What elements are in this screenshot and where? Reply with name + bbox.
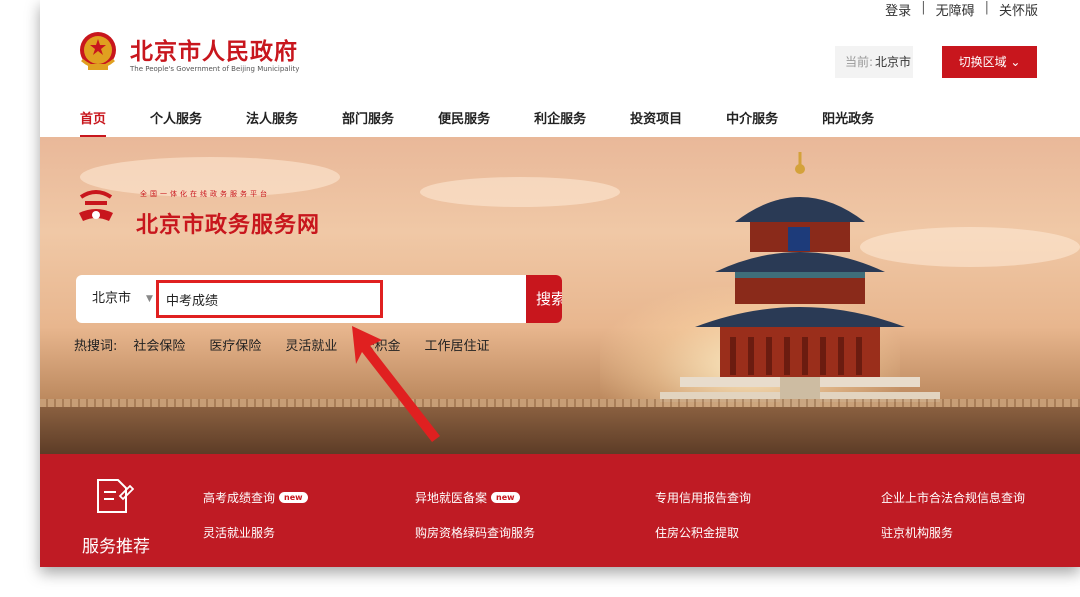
services-title: 服务推荐 (82, 537, 150, 557)
service-link[interactable]: 高考成绩查询 new (203, 489, 308, 506)
search-input-highlight-box (156, 280, 383, 318)
nav-open-government[interactable]: 阳光政务 (822, 96, 874, 136)
service-link-label: 企业上市合法合规信息查询 (881, 491, 1026, 505)
service-link[interactable]: 专用信用报告查询 (655, 489, 751, 506)
new-badge: new (491, 492, 520, 503)
new-badge: new (279, 492, 308, 503)
hero-banner: 全国一体化在线政务服务平台 北京市政务服务网 北京市 ▼ 搜索 热搜词: 社会保… (40, 137, 1080, 454)
cloud-decoration (420, 177, 620, 207)
service-link-label: 驻京机构服务 (881, 526, 954, 540)
service-link[interactable]: 驻京机构服务 (881, 524, 953, 541)
search-region-selector[interactable]: 北京市 (92, 275, 131, 323)
nav-investment-projects[interactable]: 投资项目 (630, 96, 682, 136)
browser-page: 登录 | 无障碍 | 关怀版 北京市人民政府 The People's Gove… (40, 0, 1080, 567)
service-link[interactable]: 灵活就业服务 (203, 524, 275, 541)
nav-home[interactable]: 首页 (80, 96, 107, 138)
document-edit-icon (97, 479, 134, 513)
hot-words-label: 热搜词: (74, 339, 118, 354)
annotation-arrow-icon (352, 326, 440, 442)
search-button-label: 搜索 (535, 290, 562, 308)
hot-word-link[interactable]: 医疗保险 (209, 335, 261, 354)
nav-department-services[interactable]: 部门服务 (342, 96, 394, 136)
site-title[interactable]: 北京市人民政府 (130, 32, 298, 66)
search-button[interactable]: 搜索 (526, 275, 562, 323)
hot-word-link[interactable]: 社会保险 (133, 335, 185, 354)
care-mode-link[interactable]: 关怀版 (999, 0, 1038, 19)
portal-slogan: 全国一体化在线政务服务平台 (140, 190, 270, 198)
national-emblem-icon (80, 32, 116, 70)
service-link-label: 灵活就业服务 (203, 526, 276, 540)
service-link-label: 购房资格绿码查询服务 (415, 526, 536, 540)
site-subtitle: The People's Government of Beijing Munic… (130, 65, 300, 73)
service-link-label: 异地就医备案 (415, 491, 488, 505)
nav-personal-services[interactable]: 个人服务 (150, 96, 202, 136)
service-link[interactable]: 购房资格绿码查询服务 (415, 524, 535, 541)
site-header: 北京市人民政府 The People's Government of Beiji… (40, 16, 1080, 96)
nav-intermediary-services[interactable]: 中介服务 (726, 96, 778, 136)
nav-enterprise-services[interactable]: 利企服务 (534, 96, 586, 136)
nav-legal-person-services[interactable]: 法人服务 (246, 96, 298, 136)
utility-separator: | (984, 0, 989, 15)
current-region: 当前: 北京市 (835, 46, 913, 78)
ground-shadow (40, 407, 1080, 454)
service-link-label: 专用信用报告查询 (655, 491, 752, 505)
login-link[interactable]: 登录 (885, 0, 911, 19)
service-link-label: 高考成绩查询 (203, 491, 276, 505)
current-region-value: 北京市 (875, 55, 912, 69)
nav-convenience-services[interactable]: 便民服务 (438, 96, 490, 136)
service-link[interactable]: 企业上市合法合规信息查询 (881, 489, 1025, 506)
dropdown-caret-icon[interactable]: ▼ (146, 275, 153, 323)
service-link[interactable]: 住房公积金提取 (655, 524, 739, 541)
utility-separator: | (921, 0, 926, 15)
utility-links: 登录 | 无障碍 | 关怀版 (885, 0, 1038, 19)
service-link[interactable]: 异地就医备案 new (415, 489, 520, 506)
portal-title: 北京市政务服务网 (136, 213, 321, 238)
main-nav: 首页 个人服务 法人服务 部门服务 便民服务 利企服务 投资项目 中介服务 阳光… (40, 96, 1080, 138)
portal-logo-icon (79, 190, 113, 221)
service-link-label: 住房公积金提取 (655, 526, 740, 540)
accessible-link[interactable]: 无障碍 (936, 0, 975, 19)
switch-region-button[interactable]: 切换区域 ⌄ (942, 46, 1037, 78)
hot-word-link[interactable]: 灵活就业 (285, 335, 337, 354)
service-recommendations: 服务推荐 高考成绩查询 new 异地就医备案 new 专用信用报告查询 企业上市… (40, 454, 1080, 567)
current-region-label: 当前: (845, 55, 874, 69)
